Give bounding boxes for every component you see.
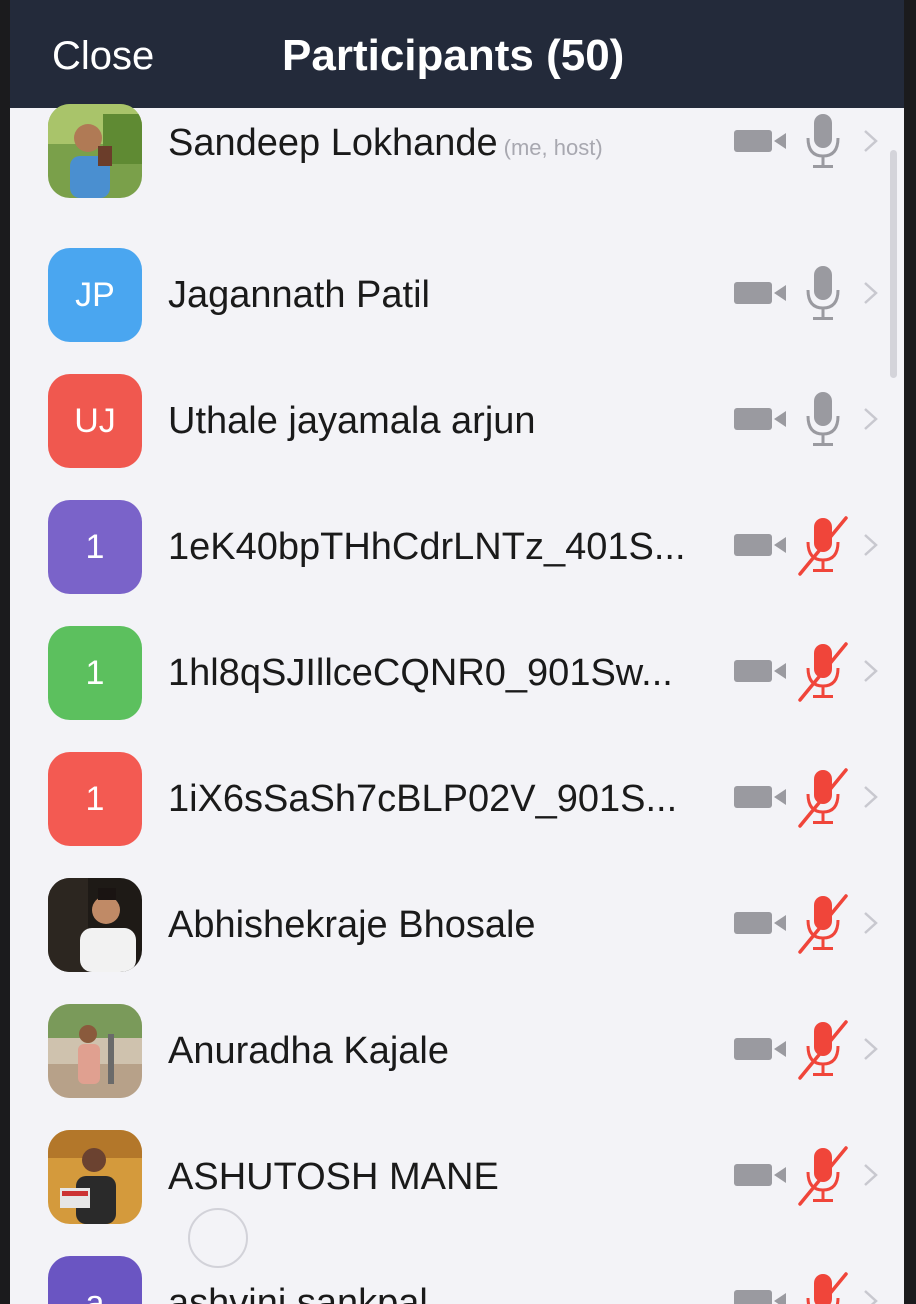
page-title: Participants (50) xyxy=(282,31,625,80)
participant-row[interactable]: 1 1iX6sSaSh7cBLP02V_901S... xyxy=(10,738,904,864)
participant-row[interactable]: a ashvini sankpal xyxy=(10,1242,904,1304)
participant-name: Uthale jayamala arjun xyxy=(168,396,536,446)
participant-name: 1hl8qSJIllceCQNR0_901Sw... xyxy=(168,648,673,698)
avatar: a xyxy=(48,1256,142,1304)
avatar xyxy=(48,104,142,198)
chevron-right-icon[interactable] xyxy=(862,782,880,812)
participant-row[interactable]: Abhishekraje Bhosale xyxy=(10,864,904,990)
video-camera-icon xyxy=(734,530,790,560)
participant-row[interactable]: UJ Uthale jayamala arjun xyxy=(10,360,904,486)
avatar xyxy=(48,1004,142,1098)
participant-name-text: Uthale jayamala arjun xyxy=(168,400,536,442)
participant-name-text: 1hl8qSJIllceCQNR0_901Sw... xyxy=(168,652,673,694)
avatar: 1 xyxy=(48,626,142,720)
microphone-icon xyxy=(796,112,850,172)
video-camera-icon xyxy=(734,782,790,812)
participant-name: 1iX6sSaSh7cBLP02V_901S... xyxy=(168,774,677,824)
participant-name: Jagannath Patil xyxy=(168,270,430,320)
avatar: 1 xyxy=(48,752,142,846)
participant-name: Abhishekraje Bhosale xyxy=(168,900,536,950)
participants-screen: Close Participants (50) Sandeep Lokhande… xyxy=(10,0,904,1304)
avatar: 1 xyxy=(48,500,142,594)
video-camera-icon xyxy=(734,1160,790,1190)
avatar: JP xyxy=(48,248,142,342)
participant-role-tag: (me, host) xyxy=(503,135,603,160)
participant-name: ASHUTOSH MANE xyxy=(168,1152,499,1202)
participant-row[interactable]: 1 1hl8qSJIllceCQNR0_901Sw... xyxy=(10,612,904,738)
participant-row[interactable]: Anuradha Kajale xyxy=(10,990,904,1116)
chevron-right-icon[interactable] xyxy=(862,656,880,686)
participant-row[interactable]: 1 1eK40bpTHhCdrLNTz_401S... xyxy=(10,486,904,612)
chevron-right-icon[interactable] xyxy=(862,278,880,308)
top-bar: Close Participants (50) xyxy=(10,0,904,108)
participant-row[interactable]: ASHUTOSH MANE xyxy=(10,1116,904,1242)
close-button[interactable]: Close xyxy=(52,30,154,82)
video-camera-icon xyxy=(734,404,790,434)
microphone-icon xyxy=(796,264,850,324)
chevron-right-icon[interactable] xyxy=(862,1034,880,1064)
muted-microphone-icon xyxy=(796,768,850,828)
video-camera-icon xyxy=(734,656,790,686)
participant-name: Sandeep Lokhande (me, host) xyxy=(168,118,603,173)
avatar xyxy=(48,1130,142,1224)
avatar: UJ xyxy=(48,374,142,468)
muted-microphone-icon xyxy=(796,1272,850,1304)
participant-name: 1eK40bpTHhCdrLNTz_401S... xyxy=(168,522,686,572)
video-camera-icon xyxy=(734,126,790,156)
avatar xyxy=(48,878,142,972)
muted-microphone-icon xyxy=(796,894,850,954)
chevron-right-icon[interactable] xyxy=(862,126,880,156)
scrollbar[interactable] xyxy=(890,150,897,378)
participant-name-text: Sandeep Lokhande xyxy=(168,122,498,164)
chevron-right-icon[interactable] xyxy=(862,908,880,938)
video-camera-icon xyxy=(734,1286,790,1304)
touch-indicator xyxy=(188,1208,248,1268)
participant-name-text: 1eK40bpTHhCdrLNTz_401S... xyxy=(168,526,686,568)
muted-microphone-icon xyxy=(796,1146,850,1206)
participant-name-text: 1iX6sSaSh7cBLP02V_901S... xyxy=(168,778,678,820)
participant-name: Anuradha Kajale xyxy=(168,1026,449,1076)
chevron-right-icon[interactable] xyxy=(862,404,880,434)
participant-name-text: Anuradha Kajale xyxy=(168,1030,449,1072)
participant-name-text: Abhishekraje Bhosale xyxy=(168,904,536,946)
participant-row[interactable]: Sandeep Lokhande (me, host) xyxy=(10,104,904,234)
microphone-icon xyxy=(796,390,850,450)
video-camera-icon xyxy=(734,908,790,938)
muted-microphone-icon xyxy=(796,516,850,576)
chevron-right-icon[interactable] xyxy=(862,1286,880,1304)
video-camera-icon xyxy=(734,278,790,308)
muted-microphone-icon xyxy=(796,1020,850,1080)
chevron-right-icon[interactable] xyxy=(862,530,880,560)
participant-name-text: ASHUTOSH MANE xyxy=(168,1156,499,1198)
muted-microphone-icon xyxy=(796,642,850,702)
participant-name-text: Jagannath Patil xyxy=(168,274,430,316)
participant-row[interactable]: JP Jagannath Patil xyxy=(10,234,904,360)
video-camera-icon xyxy=(734,1034,790,1064)
participant-name-text: ashvini sankpal xyxy=(168,1282,428,1304)
participant-name: ashvini sankpal xyxy=(168,1278,428,1304)
chevron-right-icon[interactable] xyxy=(862,1160,880,1190)
